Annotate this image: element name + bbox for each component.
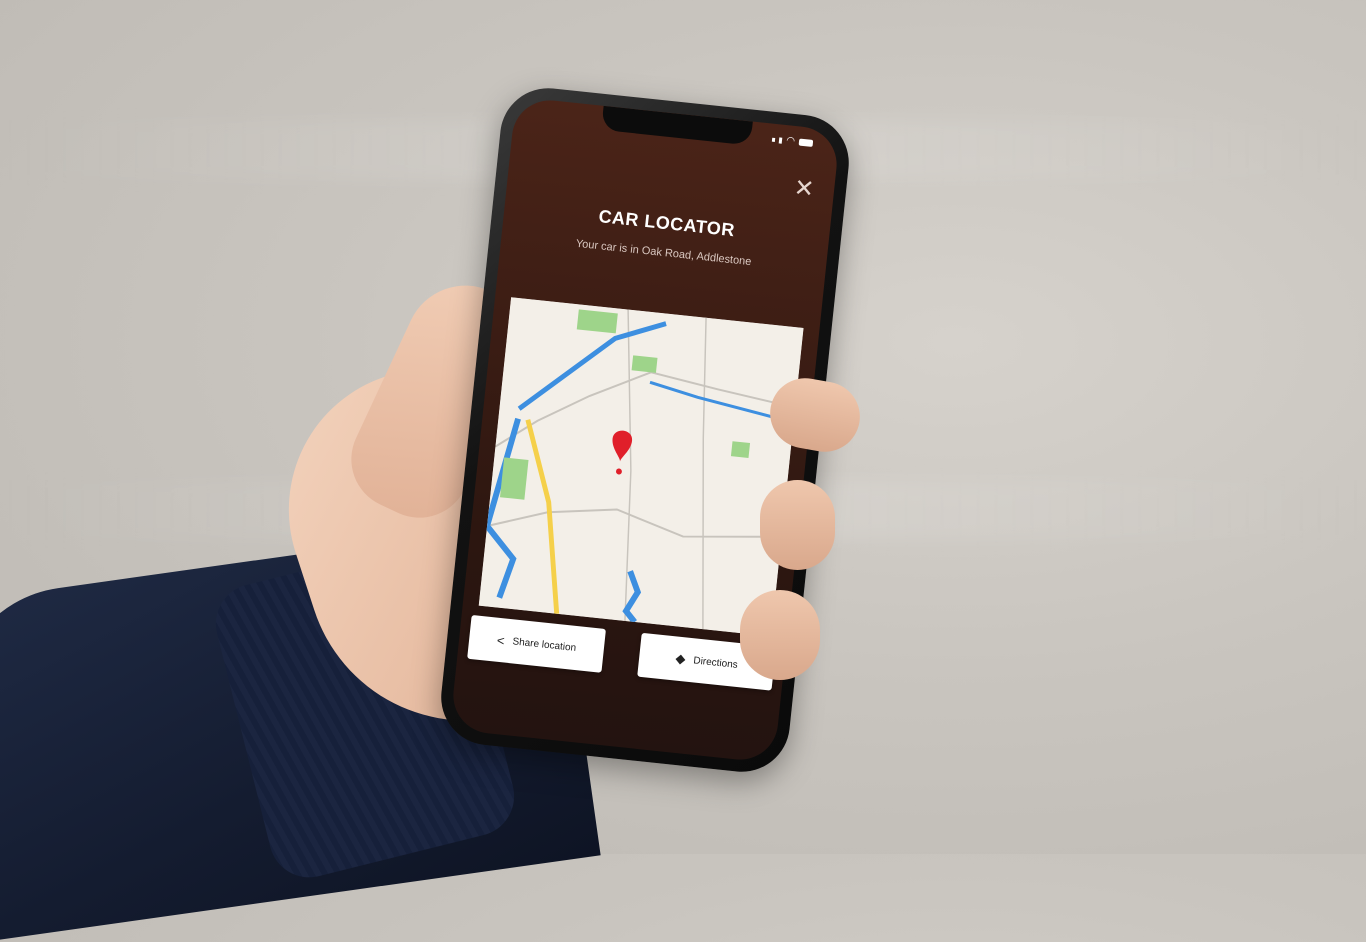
share-location-button[interactable]: < Share location xyxy=(467,614,606,673)
battery-icon xyxy=(798,138,814,147)
signal-icon xyxy=(779,136,783,144)
close-button[interactable]: ✕ xyxy=(791,174,817,204)
close-icon: ✕ xyxy=(792,174,816,204)
map[interactable] xyxy=(478,297,804,637)
hand-finger xyxy=(760,480,835,570)
map-park xyxy=(499,457,529,500)
map-park xyxy=(730,441,751,458)
directions-icon: ◆ xyxy=(674,650,687,667)
map-park xyxy=(576,309,618,334)
wifi-icon: ◠ xyxy=(785,135,796,148)
share-icon: < xyxy=(496,632,506,648)
map-graphic xyxy=(478,297,804,637)
share-location-label: Share location xyxy=(511,635,577,654)
signal-icon xyxy=(772,137,776,142)
map-park xyxy=(631,355,658,373)
directions-label: Directions xyxy=(692,654,739,671)
status-bar: ◠ xyxy=(772,134,814,149)
hand-finger xyxy=(740,590,820,680)
